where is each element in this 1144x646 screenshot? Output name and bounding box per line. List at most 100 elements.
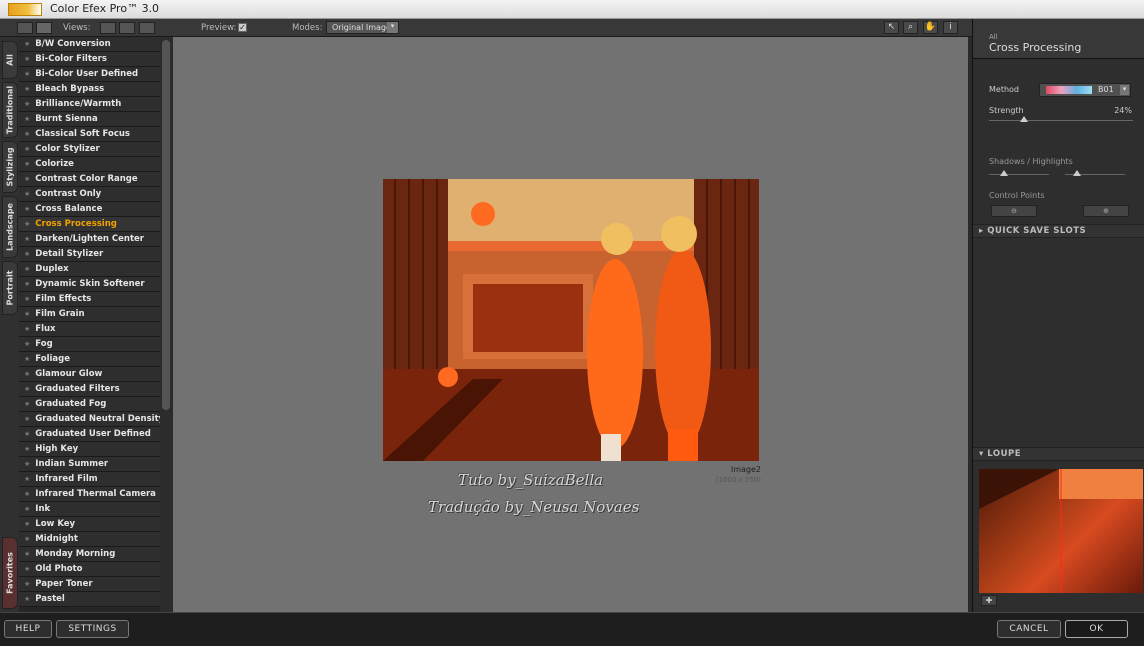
favorite-star-icon[interactable]: ★ xyxy=(24,520,30,528)
favorite-star-icon[interactable]: ★ xyxy=(24,40,30,48)
filter-item[interactable]: ★ Old Photo xyxy=(19,562,160,577)
favorite-star-icon[interactable]: ★ xyxy=(24,595,30,603)
favorite-star-icon[interactable]: ★ xyxy=(24,145,30,153)
tab-traditional[interactable]: Traditional xyxy=(2,82,18,138)
filter-item[interactable]: ★ Foliage xyxy=(19,352,160,367)
favorite-star-icon[interactable]: ★ xyxy=(24,325,30,333)
filter-item[interactable]: ★ Contrast Only xyxy=(19,187,160,202)
favorite-star-icon[interactable]: ★ xyxy=(24,565,30,573)
filter-item[interactable]: ★ Paper Toner xyxy=(19,577,160,592)
favorite-star-icon[interactable]: ★ xyxy=(24,100,30,108)
filter-item[interactable]: ★ Low Key xyxy=(19,517,160,532)
filter-item[interactable]: ★ Monday Morning xyxy=(19,547,160,562)
tab-all[interactable]: All xyxy=(2,41,18,79)
shadows-slider[interactable] xyxy=(989,174,1049,175)
add-control-point-button[interactable]: ⊕ xyxy=(1083,205,1129,217)
favorite-star-icon[interactable]: ★ xyxy=(24,160,30,168)
favorite-star-icon[interactable]: ★ xyxy=(24,415,30,423)
ok-button[interactable]: OK xyxy=(1065,620,1128,638)
pin-loupe-icon[interactable]: ✚ xyxy=(981,595,997,606)
favorite-star-icon[interactable]: ★ xyxy=(24,250,30,258)
favorite-star-icon[interactable]: ★ xyxy=(24,475,30,483)
favorite-star-icon[interactable]: ★ xyxy=(24,235,30,243)
filter-item[interactable]: ★ B/W Conversion xyxy=(19,37,160,52)
filter-item[interactable]: ★ Midnight xyxy=(19,532,160,547)
filter-item[interactable]: ★ Bi-Color User Defined xyxy=(19,67,160,82)
filter-item[interactable]: ★ Infrared Thermal Camera xyxy=(19,487,160,502)
filter-item[interactable]: ★ Burnt Sienna xyxy=(19,112,160,127)
hand-icon[interactable]: ✋ xyxy=(923,21,938,34)
filter-item[interactable]: ★ Cross Balance xyxy=(19,202,160,217)
arrow-pointer-icon[interactable]: ↖ xyxy=(884,21,899,34)
remove-control-point-button[interactable]: ⊖ xyxy=(991,205,1037,217)
favorite-star-icon[interactable]: ★ xyxy=(24,295,30,303)
filter-item[interactable]: ★ Graduated Fog xyxy=(19,397,160,412)
split-panel-icon[interactable] xyxy=(36,22,52,34)
favorite-star-icon[interactable]: ★ xyxy=(24,580,30,588)
favorite-star-icon[interactable]: ★ xyxy=(24,175,30,183)
favorite-star-icon[interactable]: ★ xyxy=(24,205,30,213)
filter-item[interactable]: ★ Indian Summer xyxy=(19,457,160,472)
scrollbar-thumb[interactable] xyxy=(162,40,170,410)
filter-item[interactable]: ★ Colorize xyxy=(19,157,160,172)
method-dropdown[interactable]: B01 ▾ xyxy=(1039,83,1131,97)
filter-item[interactable]: ★ Fog xyxy=(19,337,160,352)
filter-item[interactable]: ★ Film Effects xyxy=(19,292,160,307)
filter-item[interactable]: ★ Graduated Filters xyxy=(19,382,160,397)
favorite-star-icon[interactable]: ★ xyxy=(24,55,30,63)
preview-checkbox[interactable]: ✓ xyxy=(238,23,247,32)
tab-favorites[interactable]: Favorites xyxy=(2,537,18,609)
favorite-star-icon[interactable]: ★ xyxy=(24,490,30,498)
filter-item[interactable]: ★ Bleach Bypass xyxy=(19,82,160,97)
favorite-star-icon[interactable]: ★ xyxy=(24,355,30,363)
filter-item[interactable]: ★ Infrared Film xyxy=(19,472,160,487)
info-icon[interactable]: i xyxy=(943,21,958,34)
favorite-star-icon[interactable]: ★ xyxy=(24,430,30,438)
favorite-star-icon[interactable]: ★ xyxy=(24,505,30,513)
filter-item[interactable]: ★ Classical Soft Focus xyxy=(19,127,160,142)
shadows-slider-thumb[interactable] xyxy=(1000,170,1008,176)
filter-item[interactable]: ★ Duplex xyxy=(19,262,160,277)
filter-item[interactable]: ★ Flux xyxy=(19,322,160,337)
filter-item[interactable]: ★ Glamour Glow xyxy=(19,367,160,382)
tab-stylizing[interactable]: Stylizing xyxy=(2,141,18,193)
quick-save-slots-header[interactable]: ▸ QUICK SAVE SLOTS xyxy=(973,224,1144,238)
favorite-star-icon[interactable]: ★ xyxy=(24,385,30,393)
favorite-star-icon[interactable]: ★ xyxy=(24,115,30,123)
filter-item[interactable]: ★ Contrast Color Range xyxy=(19,172,160,187)
view-split-button[interactable] xyxy=(119,22,135,34)
highlights-slider-thumb[interactable] xyxy=(1073,170,1081,176)
favorite-star-icon[interactable]: ★ xyxy=(24,370,30,378)
favorite-star-icon[interactable]: ★ xyxy=(24,130,30,138)
strength-slider[interactable] xyxy=(989,120,1133,121)
favorite-star-icon[interactable]: ★ xyxy=(24,190,30,198)
help-button[interactable]: HELP xyxy=(4,620,52,638)
single-view-icon[interactable] xyxy=(17,22,33,34)
favorite-star-icon[interactable]: ★ xyxy=(24,220,30,228)
filter-item[interactable]: ★ Darken/Lighten Center xyxy=(19,232,160,247)
favorite-star-icon[interactable]: ★ xyxy=(24,550,30,558)
filter-item[interactable]: ★ Cross Processing xyxy=(19,217,160,232)
filter-item[interactable]: ★ High Key xyxy=(19,442,160,457)
favorite-star-icon[interactable]: ★ xyxy=(24,460,30,468)
filter-item[interactable]: ★ Bi-Color Filters xyxy=(19,52,160,67)
favorite-star-icon[interactable]: ★ xyxy=(24,280,30,288)
view-side-by-side-button[interactable] xyxy=(139,22,155,34)
strength-slider-thumb[interactable] xyxy=(1019,116,1028,122)
filter-item[interactable]: ★ Ink xyxy=(19,502,160,517)
filter-item[interactable]: ★ Graduated Neutral Density xyxy=(19,412,160,427)
favorite-star-icon[interactable]: ★ xyxy=(24,445,30,453)
favorite-star-icon[interactable]: ★ xyxy=(24,265,30,273)
loupe-header[interactable]: ▾ LOUPE xyxy=(973,447,1144,461)
cancel-button[interactable]: CANCEL xyxy=(997,620,1061,638)
favorite-star-icon[interactable]: ★ xyxy=(24,310,30,318)
settings-button[interactable]: SETTINGS xyxy=(56,620,129,638)
filter-item[interactable]: ★ Pastel xyxy=(19,592,160,607)
filter-item[interactable]: ★ Film Grain xyxy=(19,307,160,322)
favorite-star-icon[interactable]: ★ xyxy=(24,400,30,408)
favorite-star-icon[interactable]: ★ xyxy=(24,340,30,348)
filter-list-scrollbar[interactable] xyxy=(160,37,172,612)
view-single-button[interactable] xyxy=(100,22,116,34)
tab-portrait[interactable]: Portrait xyxy=(2,261,18,315)
filter-item[interactable]: ★ Brilliance/Warmth xyxy=(19,97,160,112)
